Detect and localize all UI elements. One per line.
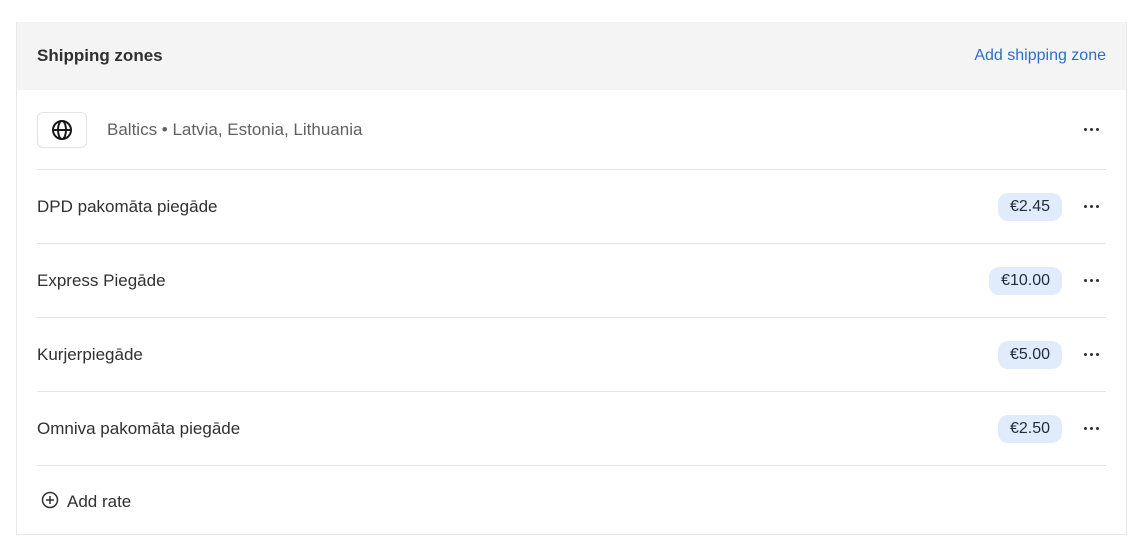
- card-body: Baltics • Latvia, Estonia, Lithuania DPD…: [17, 90, 1126, 538]
- zone-more-actions-icon[interactable]: [1076, 118, 1106, 142]
- zone-label: Baltics • Latvia, Estonia, Lithuania: [107, 119, 363, 139]
- rate-price-badge: €2.45: [997, 192, 1062, 221]
- add-shipping-zone-link[interactable]: Add shipping zone: [974, 47, 1106, 65]
- zone-row: Baltics • Latvia, Estonia, Lithuania: [37, 90, 1106, 170]
- rate-name: DPD pakomāta piegāde: [37, 196, 218, 216]
- rate-name: Omniva pakomāta piegāde: [37, 418, 241, 438]
- rate-more-actions-icon[interactable]: [1076, 269, 1106, 293]
- plus-circle-icon: [41, 491, 59, 514]
- add-rate-button[interactable]: Add rate: [37, 491, 131, 514]
- rate-more-actions-icon[interactable]: [1076, 195, 1106, 219]
- rate-name: Express Piegāde: [37, 270, 166, 290]
- shipping-zones-card: Shipping zones Add shipping zone Baltics…: [16, 22, 1127, 535]
- globe-icon: [37, 111, 87, 148]
- rate-price-badge: €5.00: [997, 340, 1062, 369]
- rate-more-actions-icon[interactable]: [1076, 417, 1106, 441]
- rate-row: Express Piegāde €10.00: [37, 244, 1106, 318]
- rate-price-badge: €10.00: [989, 266, 1062, 295]
- rate-row: Kurjerpiegāde €5.00: [37, 318, 1106, 392]
- rate-more-actions-icon[interactable]: [1076, 343, 1106, 367]
- card-header: Shipping zones Add shipping zone: [17, 22, 1126, 90]
- card-title: Shipping zones: [37, 46, 163, 65]
- add-rate-label: Add rate: [67, 492, 132, 511]
- rate-row: Omniva pakomāta piegāde €2.50: [37, 392, 1106, 466]
- rate-price-badge: €2.50: [997, 414, 1062, 443]
- rate-name: Kurjerpiegāde: [37, 344, 143, 364]
- rate-row: DPD pakomāta piegāde €2.45: [37, 170, 1106, 244]
- add-rate-row: Add rate: [37, 466, 1106, 538]
